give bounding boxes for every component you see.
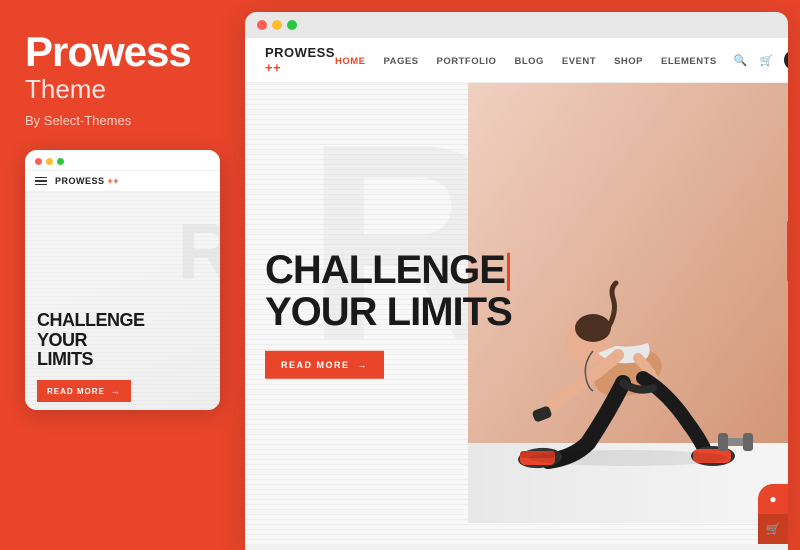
nav-icons-group: 🔍 🛒 ≡ [732, 50, 788, 70]
cursor-blink [507, 253, 510, 291]
nav-link-elements[interactable]: ELEMENTS [661, 56, 717, 67]
cart-icon[interactable]: 🛒 [758, 51, 776, 69]
mobile-logo: PROWESS ++ [55, 176, 119, 186]
nav-item-portfolio[interactable]: PORTFOLIO [437, 51, 497, 69]
fitness-person-svg [468, 83, 788, 523]
mobile-heading: CHALLENGE YOUR LIMITS [37, 311, 208, 370]
scroll-indicator [787, 221, 788, 281]
website-content: PROWESS ++ HOME PAGES PORTFOLIO BLOG EVE… [245, 38, 788, 544]
mobile-read-more-label: READ MORE [47, 387, 105, 396]
browser-top-bar [245, 12, 788, 38]
mobile-mockup: PROWESS ++ R CHALLENGE YOUR LIMITS READ … [25, 150, 220, 410]
hero-arrow-icon: → [358, 360, 369, 370]
nav-link-event[interactable]: EVENT [562, 56, 596, 67]
nav-item-elements[interactable]: ELEMENTS [661, 51, 717, 69]
hero-fitness-image [468, 83, 788, 544]
search-icon[interactable]: 🔍 [732, 51, 750, 69]
nav-item-blog[interactable]: BLOG [514, 51, 543, 69]
bottom-right-icons: ● 🛒 [758, 484, 788, 544]
theme-subtitle: Theme [25, 74, 106, 105]
bottom-icon-circle[interactable]: ● [758, 484, 788, 514]
website-hero: R CHALLENGE YOUR LIMITS READ MORE → [245, 83, 788, 544]
website-navbar: PROWESS ++ HOME PAGES PORTFOLIO BLOG EVE… [245, 38, 788, 83]
nav-item-pages[interactable]: PAGES [383, 51, 418, 69]
nav-item-home[interactable]: HOME [335, 51, 366, 69]
theme-by: By Select-Themes [25, 113, 131, 128]
browser-window-dots [257, 20, 297, 30]
mobile-read-more-button[interactable]: READ MORE → [37, 380, 131, 402]
mobile-dot-green [57, 158, 64, 165]
browser-dot-green [287, 20, 297, 30]
mobile-hero-text: CHALLENGE YOUR LIMITS READ MORE → [37, 311, 208, 402]
browser-mockup: PROWESS ++ HOME PAGES PORTFOLIO BLOG EVE… [245, 12, 788, 550]
menu-icon[interactable]: ≡ [784, 50, 788, 70]
website-logo: PROWESS ++ [265, 45, 335, 75]
mobile-dot-yellow [46, 158, 53, 165]
mobile-bg-shape: R [177, 212, 220, 292]
nav-item-event[interactable]: EVENT [562, 51, 596, 69]
browser-dot-yellow [272, 20, 282, 30]
left-panel: Prowess Theme By Select-Themes PROWESS +… [0, 0, 245, 550]
nav-link-pages[interactable]: PAGES [383, 56, 418, 67]
mobile-nav-bar: PROWESS ++ [25, 171, 220, 192]
nav-link-shop[interactable]: SHOP [614, 56, 643, 67]
hero-heading: CHALLENGE YOUR LIMITS [265, 248, 512, 332]
hero-read-more-label: READ MORE [281, 360, 350, 370]
hero-heading-line1: CHALLENGE [265, 247, 505, 291]
mobile-top-bar [25, 150, 220, 171]
mobile-hamburger-icon[interactable] [35, 177, 47, 186]
nav-link-blog[interactable]: BLOG [514, 56, 543, 67]
mobile-hero-section: R CHALLENGE YOUR LIMITS READ MORE → [25, 192, 220, 410]
hero-text-block: CHALLENGE YOUR LIMITS READ MORE → [265, 248, 512, 378]
mobile-arrow-icon: → [111, 386, 121, 396]
website-nav-links: HOME PAGES PORTFOLIO BLOG EVENT SHOP ELE… [335, 51, 717, 69]
nav-item-shop[interactable]: SHOP [614, 51, 643, 69]
mobile-window-dots [35, 158, 64, 165]
mobile-dot-red [35, 158, 42, 165]
nav-link-home[interactable]: HOME [335, 56, 366, 67]
hero-heading-line2: YOUR LIMITS [265, 290, 512, 334]
hero-read-more-button[interactable]: READ MORE → [265, 351, 384, 379]
browser-dot-red [257, 20, 267, 30]
nav-link-portfolio[interactable]: PORTFOLIO [437, 56, 497, 67]
theme-title: Prowess [25, 30, 191, 74]
bottom-icon-cart[interactable]: 🛒 [758, 514, 788, 544]
